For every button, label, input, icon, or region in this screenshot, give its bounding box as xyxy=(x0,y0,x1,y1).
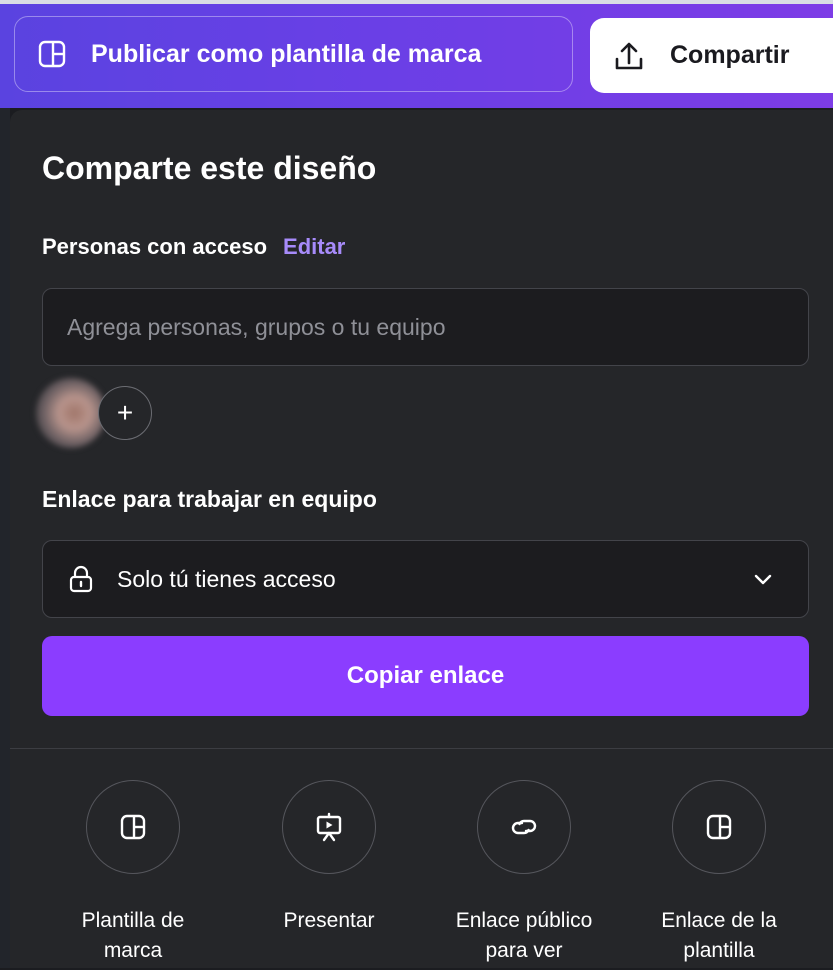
share-actions: Plantilla de marca Presentar Enlace públ… xyxy=(10,780,833,970)
share-button[interactable]: Compartir xyxy=(590,18,833,93)
add-people-input[interactable] xyxy=(42,288,809,366)
copy-link-button[interactable]: Copiar enlace xyxy=(42,636,809,716)
editor-background xyxy=(0,108,10,968)
share-button-label: Compartir xyxy=(670,41,790,69)
publish-button-label: Publicar como plantilla de marca xyxy=(91,39,482,68)
access-level-dropdown[interactable]: Solo tú tienes acceso xyxy=(42,540,809,618)
template-link-icon xyxy=(706,814,732,840)
action-circle xyxy=(86,780,180,874)
action-present[interactable]: Presentar xyxy=(229,780,429,936)
chevron-down-icon xyxy=(754,574,772,585)
top-toolbar: Publicar como plantilla de marca Compart… xyxy=(0,0,833,108)
present-icon xyxy=(316,812,342,842)
action-public-view-link[interactable]: Enlace público para ver xyxy=(424,780,624,966)
people-access-label: Personas con acceso xyxy=(42,234,268,259)
add-person-button[interactable]: + xyxy=(98,386,152,440)
action-label: Plantilla de marca xyxy=(81,909,185,962)
action-label: Enlace público para ver xyxy=(455,909,593,962)
share-panel: Comparte este diseño Personas con acceso… xyxy=(10,110,833,968)
people-access-row: Personas con acceso Editar xyxy=(42,234,345,260)
brand-template-icon xyxy=(120,814,146,840)
copy-link-label: Copiar enlace xyxy=(346,662,505,689)
action-circle xyxy=(282,780,376,874)
action-circle xyxy=(477,780,571,874)
edit-access-link[interactable]: Editar xyxy=(283,234,345,260)
action-template-link[interactable]: Enlace de la plantilla xyxy=(619,780,819,966)
publish-brand-template-button[interactable]: Publicar como plantilla de marca xyxy=(14,16,573,92)
divider xyxy=(10,748,833,749)
lock-icon xyxy=(69,565,93,593)
action-label: Enlace de la plantilla xyxy=(661,909,777,962)
link-icon xyxy=(511,819,537,835)
action-label: Presentar xyxy=(283,909,375,932)
template-icon xyxy=(38,40,66,68)
panel-title: Comparte este diseño xyxy=(42,150,377,186)
access-level-value: Solo tú tienes acceso xyxy=(117,565,336,592)
upload-icon xyxy=(615,42,643,69)
action-brand-template[interactable]: Plantilla de marca xyxy=(33,780,233,966)
action-circle xyxy=(672,780,766,874)
avatar[interactable] xyxy=(36,378,106,448)
team-link-label: Enlace para trabajar en equipo xyxy=(42,486,377,512)
